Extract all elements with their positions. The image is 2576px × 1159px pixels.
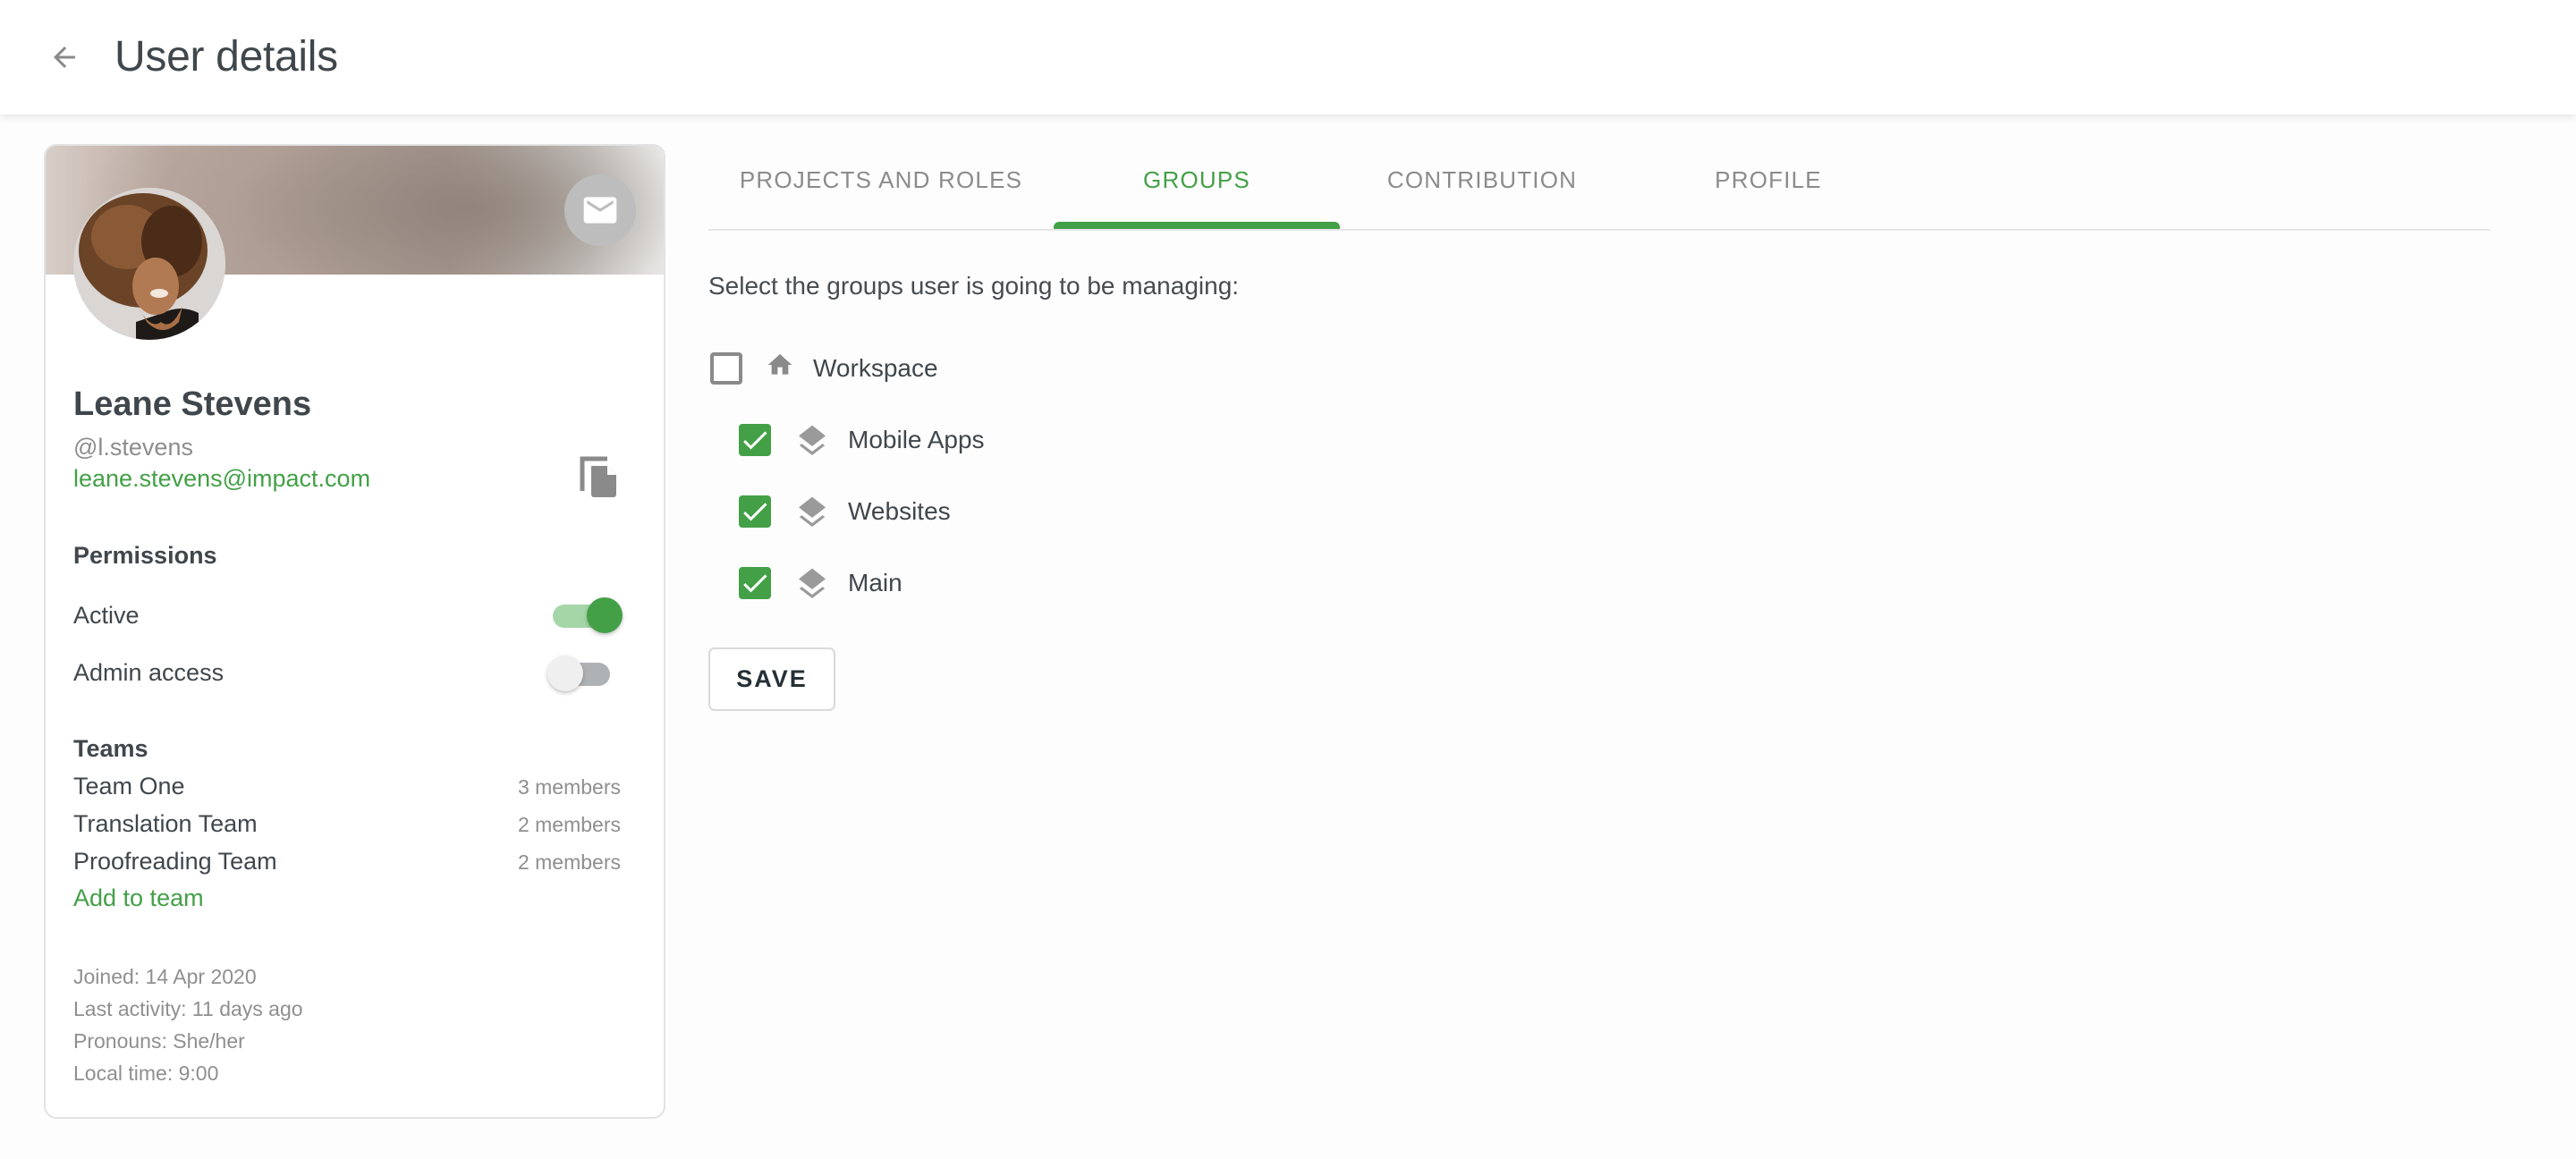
group-label[interactable]: Websites bbox=[848, 495, 951, 528]
teams-heading: Teams bbox=[73, 735, 148, 762]
tab-label: PROJECTS AND ROLES bbox=[739, 165, 1023, 193]
avatar-image bbox=[73, 188, 225, 340]
page-title: User details bbox=[114, 33, 338, 80]
team-member-count: 3 members bbox=[517, 775, 621, 799]
tab-contribution[interactable]: CONTRIBUTION bbox=[1340, 143, 1624, 229]
user-handle: @l.stevens bbox=[73, 434, 193, 461]
joined-date: Joined: 14 Apr 2020 bbox=[73, 965, 257, 988]
profile-card: Leane Stevens @l.stevens leane.stevens@i… bbox=[44, 144, 665, 1119]
team-name: Proofreading Team bbox=[73, 848, 277, 875]
tab-label: GROUPS bbox=[1143, 165, 1250, 193]
layers-icon bbox=[799, 425, 826, 455]
team-row: Translation Team 2 members bbox=[73, 808, 621, 839]
tab-label: CONTRIBUTION bbox=[1386, 165, 1578, 193]
tab-profile[interactable]: PROFILE bbox=[1624, 143, 1912, 229]
group-row-websites: Websites bbox=[739, 494, 1097, 529]
team-name: Team One bbox=[73, 773, 185, 799]
toggle-thumb bbox=[587, 597, 623, 633]
team-member-count: 2 members bbox=[517, 850, 621, 874]
tab-groups[interactable]: GROUPS bbox=[1054, 143, 1340, 229]
permission-label-admin: Admin access bbox=[73, 659, 225, 686]
group-label[interactable]: Main bbox=[848, 567, 902, 599]
arrow-back-icon bbox=[54, 47, 75, 68]
toggle-thumb bbox=[547, 656, 583, 691]
back-button[interactable] bbox=[41, 36, 88, 79]
user-email-link[interactable]: leane.stevens@impact.com bbox=[73, 463, 370, 494]
group-row-main: Main bbox=[739, 565, 1097, 601]
avatar bbox=[73, 188, 225, 340]
permission-label-active: Active bbox=[73, 602, 140, 629]
active-toggle[interactable] bbox=[547, 595, 623, 634]
tab-label: PROFILE bbox=[1715, 165, 1822, 193]
send-mail-button[interactable] bbox=[564, 174, 636, 246]
mail-icon bbox=[583, 197, 617, 224]
group-checkbox[interactable] bbox=[710, 352, 742, 385]
copy-email-button[interactable] bbox=[579, 455, 620, 500]
active-tab-indicator bbox=[1054, 222, 1340, 229]
layers-icon bbox=[799, 496, 826, 527]
add-to-team-link[interactable]: Add to team bbox=[73, 883, 204, 913]
team-member-count: 2 members bbox=[517, 813, 621, 836]
group-row-workspace: Workspace bbox=[710, 351, 1068, 386]
group-checkbox[interactable] bbox=[739, 567, 771, 599]
tab-projects-and-roles[interactable]: PROJECTS AND ROLES bbox=[708, 143, 1054, 229]
layers-icon bbox=[799, 568, 826, 598]
group-label[interactable]: Workspace bbox=[813, 352, 938, 385]
tab-divider bbox=[708, 229, 2490, 231]
group-row-mobile-apps: Mobile Apps bbox=[739, 422, 1097, 458]
tab-bar: PROJECTS AND ROLES GROUPS CONTRIBUTION P… bbox=[708, 143, 2490, 231]
copy-icon bbox=[580, 456, 616, 497]
user-name: Leane Stevens bbox=[73, 385, 312, 423]
checkmark-icon bbox=[743, 574, 767, 593]
app-header: User details bbox=[0, 0, 2576, 114]
save-button[interactable]: SAVE bbox=[708, 647, 835, 711]
checkmark-icon bbox=[743, 503, 767, 521]
group-label[interactable]: Mobile Apps bbox=[848, 424, 985, 456]
admin-access-toggle[interactable] bbox=[547, 653, 619, 692]
pronouns: Pronouns: She/her bbox=[73, 1029, 245, 1053]
local-time: Local time: 9:00 bbox=[73, 1062, 219, 1085]
group-checkbox[interactable] bbox=[739, 495, 771, 528]
team-name: Translation Team bbox=[73, 810, 258, 837]
team-row: Team One 3 members bbox=[73, 771, 621, 801]
home-icon bbox=[767, 354, 792, 375]
groups-instruction: Select the groups user is going to be ma… bbox=[708, 272, 1240, 300]
permissions-heading: Permissions bbox=[73, 542, 217, 569]
checkmark-icon bbox=[743, 431, 767, 450]
team-row: Proofreading Team 2 members bbox=[73, 846, 621, 876]
last-activity: Last activity: 11 days ago bbox=[73, 997, 303, 1020]
group-checkbox[interactable] bbox=[739, 424, 771, 456]
